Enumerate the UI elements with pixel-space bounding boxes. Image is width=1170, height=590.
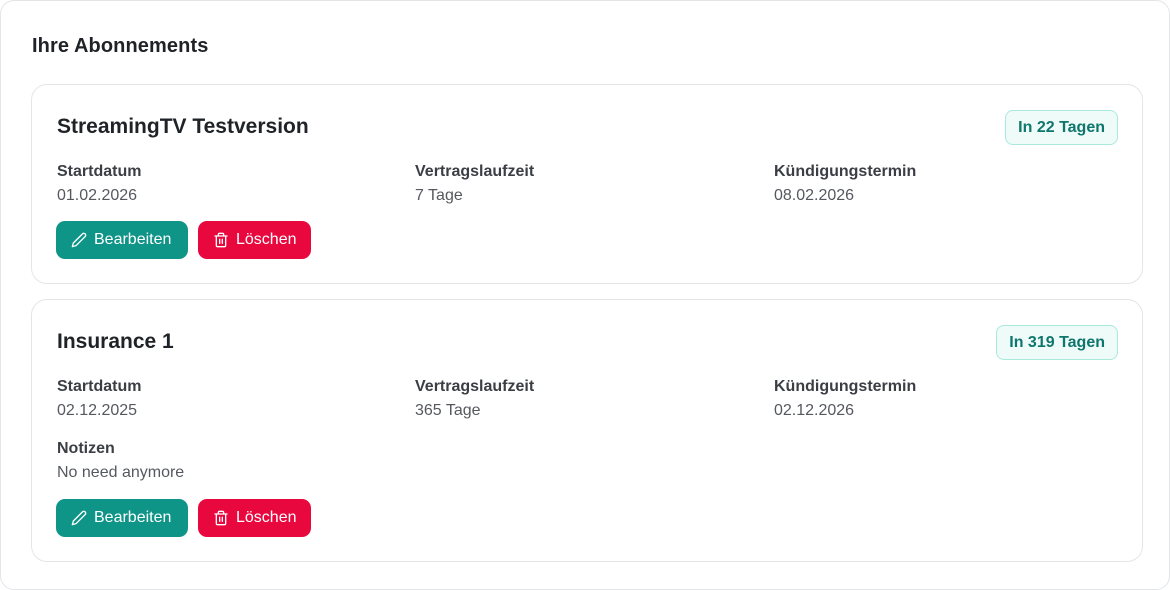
edit-button[interactable]: Bearbeiten [56, 221, 188, 259]
notes-field: Notizen No need anymore [57, 439, 184, 483]
field-value: 01.02.2026 [57, 187, 138, 204]
field-label: Kündigungstermin [774, 163, 917, 180]
field-value: 7 Tage [415, 187, 463, 204]
start-date-field: Startdatum 02.12.2025 [57, 377, 141, 421]
notes-value: No need anymore [57, 464, 185, 481]
notes-label: Notizen [57, 440, 115, 457]
subscription-name: Insurance 1 [57, 330, 174, 353]
delete-button[interactable]: Löschen [198, 499, 311, 537]
field-label: Vertragslaufzeit [415, 163, 535, 180]
field-value: 02.12.2026 [774, 402, 855, 419]
contract-term-field: Vertragslaufzeit 365 Tage [415, 377, 534, 421]
subscription-card: StreamingTV Testversion In 22 Tagen Star… [31, 84, 1143, 284]
subscriptions-panel: Ihre Abonnements StreamingTV Testversion… [0, 0, 1170, 590]
pencil-icon [71, 510, 87, 526]
field-value: 365 Tage [415, 402, 481, 419]
edit-button-label: Bearbeiten [94, 231, 172, 248]
delete-button-label: Löschen [236, 231, 297, 248]
start-date-field: Startdatum 01.02.2026 [57, 162, 141, 206]
cancellation-date-field: Kündigungstermin 08.02.2026 [774, 162, 916, 206]
edit-button-label: Bearbeiten [94, 509, 172, 526]
field-label: Vertragslaufzeit [415, 378, 535, 395]
cancellation-date-field: Kündigungstermin 02.12.2026 [774, 377, 916, 421]
delete-button-label: Löschen [236, 509, 297, 526]
renewal-badge: In 22 Tagen [1005, 110, 1118, 145]
pencil-icon [71, 232, 87, 248]
trash-icon [214, 232, 228, 248]
subscription-name: StreamingTV Testversion [57, 115, 309, 138]
subscription-card: Insurance 1 In 319 Tagen Startdatum 02.1… [31, 299, 1143, 562]
card-actions: Bearbeiten Löschen [56, 221, 311, 259]
renewal-badge: In 319 Tagen [996, 325, 1118, 360]
field-value: 02.12.2025 [57, 402, 138, 419]
field-value: 08.02.2026 [774, 187, 855, 204]
field-label: Kündigungstermin [774, 378, 917, 395]
edit-button[interactable]: Bearbeiten [56, 499, 188, 537]
contract-term-field: Vertragslaufzeit 7 Tage [415, 162, 534, 206]
delete-button[interactable]: Löschen [198, 221, 311, 259]
trash-icon [214, 510, 228, 526]
card-actions: Bearbeiten Löschen [56, 499, 311, 537]
section-title: Ihre Abonnements [32, 35, 209, 57]
field-label: Startdatum [57, 163, 142, 180]
field-label: Startdatum [57, 378, 142, 395]
